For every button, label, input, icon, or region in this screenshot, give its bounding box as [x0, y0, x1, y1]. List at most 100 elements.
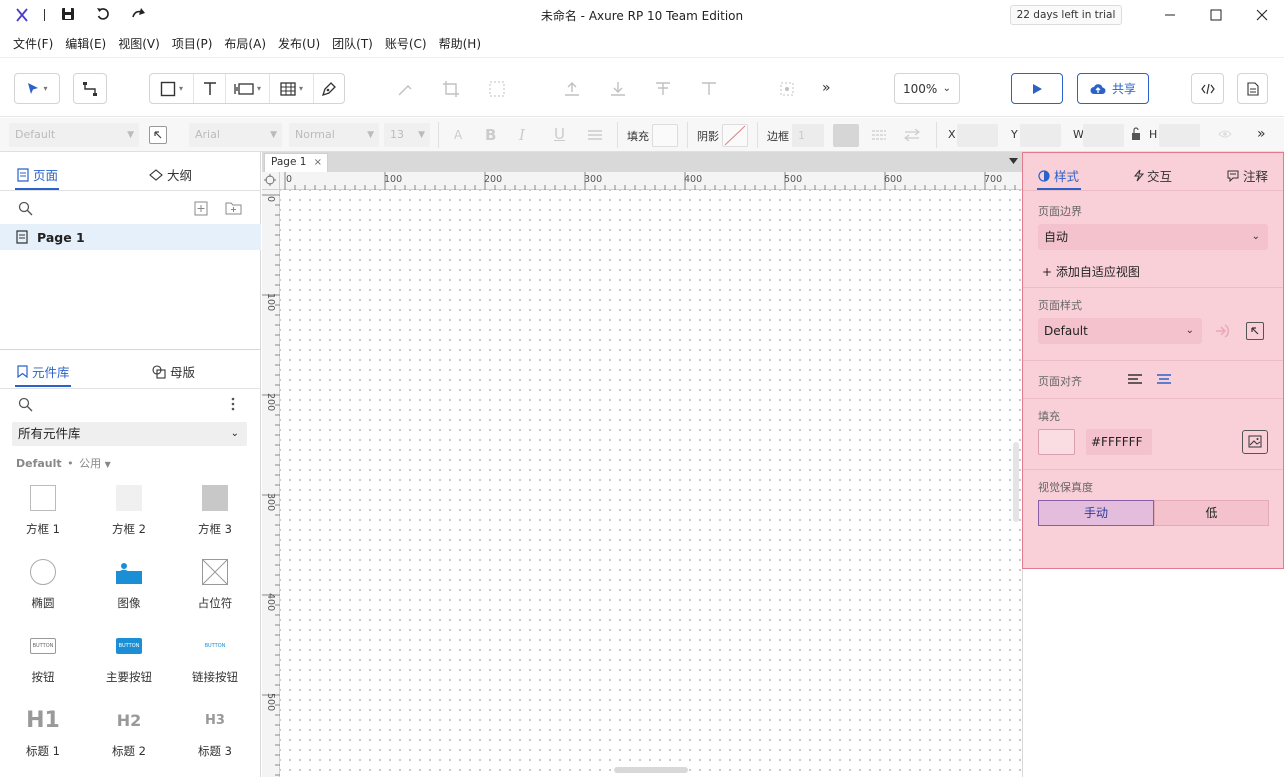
- preview-button[interactable]: [1011, 73, 1063, 104]
- widget-box1[interactable]: 方框 1: [0, 483, 86, 537]
- tab-notes[interactable]: 注释: [1227, 166, 1268, 185]
- library-group-header[interactable]: Default • 公用 ▼: [16, 455, 111, 471]
- caret-down-icon: ▼: [104, 460, 111, 469]
- more-options-icon[interactable]: [231, 397, 235, 411]
- active-tab-indicator: [15, 385, 71, 387]
- share-button[interactable]: 共享: [1077, 73, 1149, 104]
- library-select[interactable]: 所有元件库 ⌄: [12, 422, 247, 446]
- library-group-name: Default: [16, 457, 62, 470]
- menu-team[interactable]: 团队(T): [327, 35, 378, 52]
- widget-box2[interactable]: 方框 2: [86, 483, 172, 537]
- shadow-swatch[interactable]: [722, 124, 748, 147]
- dynamic-panel-tool-button[interactable]: ▾: [226, 74, 270, 103]
- y-input[interactable]: [1020, 124, 1061, 147]
- border-color-swatch[interactable]: [833, 124, 859, 147]
- fidelity-manual-button[interactable]: 手动: [1038, 500, 1154, 526]
- pen-icon: [321, 81, 336, 96]
- w-input[interactable]: [1083, 124, 1124, 147]
- tab-interactions[interactable]: 交互: [1134, 166, 1172, 185]
- more-tools-icon[interactable]: »: [822, 80, 831, 96]
- menu-help[interactable]: 帮助(H): [434, 35, 486, 52]
- lock-icon[interactable]: [1130, 127, 1142, 141]
- ruler-corner[interactable]: [262, 172, 280, 190]
- align-left-icon[interactable]: [1127, 373, 1143, 385]
- fill-hex-input[interactable]: #FFFFFF: [1086, 429, 1152, 455]
- widget-placeholder[interactable]: 占位符: [172, 557, 258, 611]
- masters-icon: [152, 364, 166, 379]
- x-input[interactable]: [957, 124, 998, 147]
- widget-heading3[interactable]: H3 标题 3: [172, 705, 258, 759]
- divider: [438, 122, 439, 148]
- font-size-select[interactable]: 13 ▼: [384, 123, 430, 147]
- add-adaptive-view-link[interactable]: + 添加自适应视图: [1042, 263, 1140, 280]
- connector-tool-button[interactable]: [73, 73, 107, 104]
- widget-image[interactable]: 图像: [86, 557, 172, 611]
- tab-libraries[interactable]: 元件库: [17, 362, 70, 381]
- search-icon[interactable]: [18, 397, 33, 412]
- fill-image-icon[interactable]: [1242, 430, 1268, 454]
- widget-ellipse[interactable]: 椭圆: [0, 557, 86, 611]
- zoom-select[interactable]: 100% ⌄: [894, 73, 960, 104]
- border-width-input[interactable]: 1: [792, 124, 824, 147]
- trial-badge[interactable]: 22 days left in trial: [1010, 5, 1122, 25]
- widget-heading2[interactable]: H2 标题 2: [86, 705, 172, 759]
- menu-edit[interactable]: 编辑(E): [60, 35, 111, 52]
- box2-icon: [86, 483, 172, 513]
- ruler-label: 200: [265, 393, 276, 412]
- fill-swatch[interactable]: [652, 124, 678, 147]
- vertical-scrollbar[interactable]: [1013, 442, 1019, 522]
- page-style-select[interactable]: Default ⌄: [1038, 318, 1202, 344]
- widget-link-button[interactable]: BUTTON 链接按钮: [172, 631, 258, 685]
- more-format-icon[interactable]: »: [1257, 126, 1266, 142]
- align-center-icon[interactable]: [1156, 373, 1172, 385]
- menu-account[interactable]: 账号(C): [380, 35, 432, 52]
- format-painter-icon: [394, 78, 416, 100]
- fidelity-low-button[interactable]: 低: [1154, 500, 1269, 526]
- canvas-grid[interactable]: [280, 190, 1022, 777]
- menu-project[interactable]: 项目(P): [167, 35, 218, 52]
- widget-heading1[interactable]: H1 标题 1: [0, 705, 86, 759]
- tab-style[interactable]: 样式: [1038, 166, 1079, 185]
- maximize-icon[interactable]: [1204, 4, 1228, 26]
- h-input[interactable]: [1159, 124, 1200, 147]
- page-tab[interactable]: Page 1 ×: [264, 153, 328, 172]
- widget-primary-button[interactable]: BUTTON 主要按钮: [86, 631, 172, 685]
- fill-color-swatch[interactable]: [1038, 429, 1075, 455]
- tab-dropdown-icon[interactable]: [1009, 158, 1018, 164]
- widget-button[interactable]: BUTTON 按钮: [0, 631, 86, 685]
- code-button[interactable]: [1191, 73, 1224, 104]
- page-item[interactable]: Page 1: [0, 224, 261, 250]
- tab-pages[interactable]: 页面: [17, 165, 58, 184]
- font-weight-select[interactable]: Normal ▼: [289, 123, 379, 147]
- tab-masters[interactable]: 母版: [152, 362, 195, 381]
- minimize-icon[interactable]: [1158, 4, 1182, 26]
- horizontal-scrollbar[interactable]: [614, 767, 688, 773]
- share-label: 共享: [1111, 82, 1136, 96]
- text-tool-button[interactable]: [194, 74, 226, 103]
- add-folder-icon[interactable]: [225, 201, 242, 215]
- rectangle-tool-button[interactable]: ▾: [150, 74, 194, 103]
- page-bounds-select[interactable]: 自动 ⌄: [1038, 224, 1268, 250]
- font-select[interactable]: Arial ▼: [189, 123, 282, 147]
- select-tool-button[interactable]: ▾: [14, 73, 60, 104]
- style-select[interactable]: Default ▼: [9, 123, 139, 147]
- ruler-label: 100: [384, 174, 403, 185]
- close-tab-icon[interactable]: ×: [314, 154, 322, 171]
- menu-arrange[interactable]: 布局(A): [219, 35, 271, 52]
- menu-publish[interactable]: 发布(U): [273, 35, 325, 52]
- search-icon[interactable]: [18, 201, 33, 216]
- menu-view[interactable]: 视图(V): [113, 35, 165, 52]
- box1-icon: [0, 483, 86, 513]
- menu-file[interactable]: 文件(F): [8, 35, 58, 52]
- tab-outline[interactable]: 大纲: [149, 165, 192, 184]
- pen-tool-button[interactable]: [314, 74, 344, 103]
- add-page-icon[interactable]: [194, 201, 208, 216]
- style-manager-icon[interactable]: [1246, 322, 1264, 340]
- close-icon[interactable]: [1250, 4, 1274, 26]
- document-button[interactable]: [1237, 73, 1268, 104]
- style-manager-icon[interactable]: [149, 126, 167, 144]
- table-tool-button[interactable]: ▾: [270, 74, 314, 103]
- widget-box3[interactable]: 方框 3: [172, 483, 258, 537]
- divider: [0, 349, 261, 350]
- ungroup-icon: [698, 78, 720, 100]
